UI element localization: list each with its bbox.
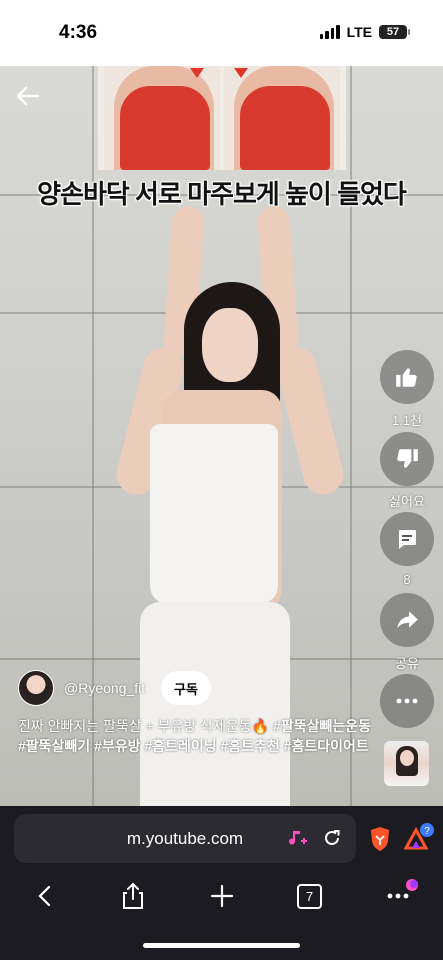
battery-level: 57 (386, 26, 400, 38)
rewards-badge: ? (424, 826, 430, 837)
tab-count: 7 (305, 889, 314, 904)
like-count: 1.1천 (391, 413, 423, 428)
thumbs-up-icon (396, 368, 417, 387)
like-button[interactable] (380, 350, 434, 404)
video-description[interactable]: 진짜 안빠지는 팔뚝살 + 부유방 삭제운동🔥 #팔뚝살빼는운동 #팔뚝살빼기 … (18, 716, 374, 756)
dislike-label: 싫어요 (389, 494, 425, 509)
brave-rewards-icon[interactable]: ? (403, 822, 437, 852)
reference-image (98, 66, 346, 170)
more-options-button[interactable] (380, 674, 434, 728)
more-dots-icon (396, 698, 418, 704)
channel-avatar[interactable] (18, 670, 54, 706)
home-indicator[interactable] (143, 943, 300, 948)
thumbs-down-icon (397, 449, 418, 468)
sound-thumbnail[interactable] (384, 741, 429, 786)
signal-icon (319, 25, 340, 39)
network-type: LTE (346, 24, 372, 40)
video-caption-overlay: 양손바닥 서로 마주보게 높이 들었다 (37, 179, 407, 209)
address-bar[interactable]: m.youtube.com (14, 814, 356, 863)
description-text: 진짜 안빠지는 팔뚝살 + 부유방 삭제운동🔥 (18, 718, 270, 734)
share-arrow-icon (397, 611, 418, 629)
menu-more-icon[interactable] (384, 876, 422, 906)
share-label: 공유 (395, 656, 419, 671)
back-arrow-icon[interactable] (14, 82, 42, 110)
tabs-button[interactable]: 7 (297, 884, 322, 909)
subscribe-button[interactable]: 구독 (161, 671, 211, 705)
comment-icon (399, 530, 416, 549)
comments-button[interactable] (380, 512, 434, 566)
reload-icon[interactable] (322, 828, 342, 848)
brave-shield-icon[interactable] (368, 826, 392, 852)
share-icon[interactable] (120, 882, 146, 910)
back-nav-icon[interactable] (36, 884, 54, 908)
channel-handle[interactable]: @Ryeong_fit (64, 680, 145, 696)
battery-icon: 57 (379, 25, 410, 39)
share-button[interactable] (380, 593, 434, 647)
music-playlist-icon[interactable] (286, 828, 308, 850)
status-indicators: LTE 57 (319, 24, 410, 40)
dislike-button[interactable] (380, 432, 434, 486)
new-tab-icon[interactable] (210, 884, 234, 908)
status-bar: 4:36 LTE 57 (0, 0, 443, 66)
status-time: 4:36 (59, 22, 98, 43)
comment-count: 8 (403, 572, 411, 587)
